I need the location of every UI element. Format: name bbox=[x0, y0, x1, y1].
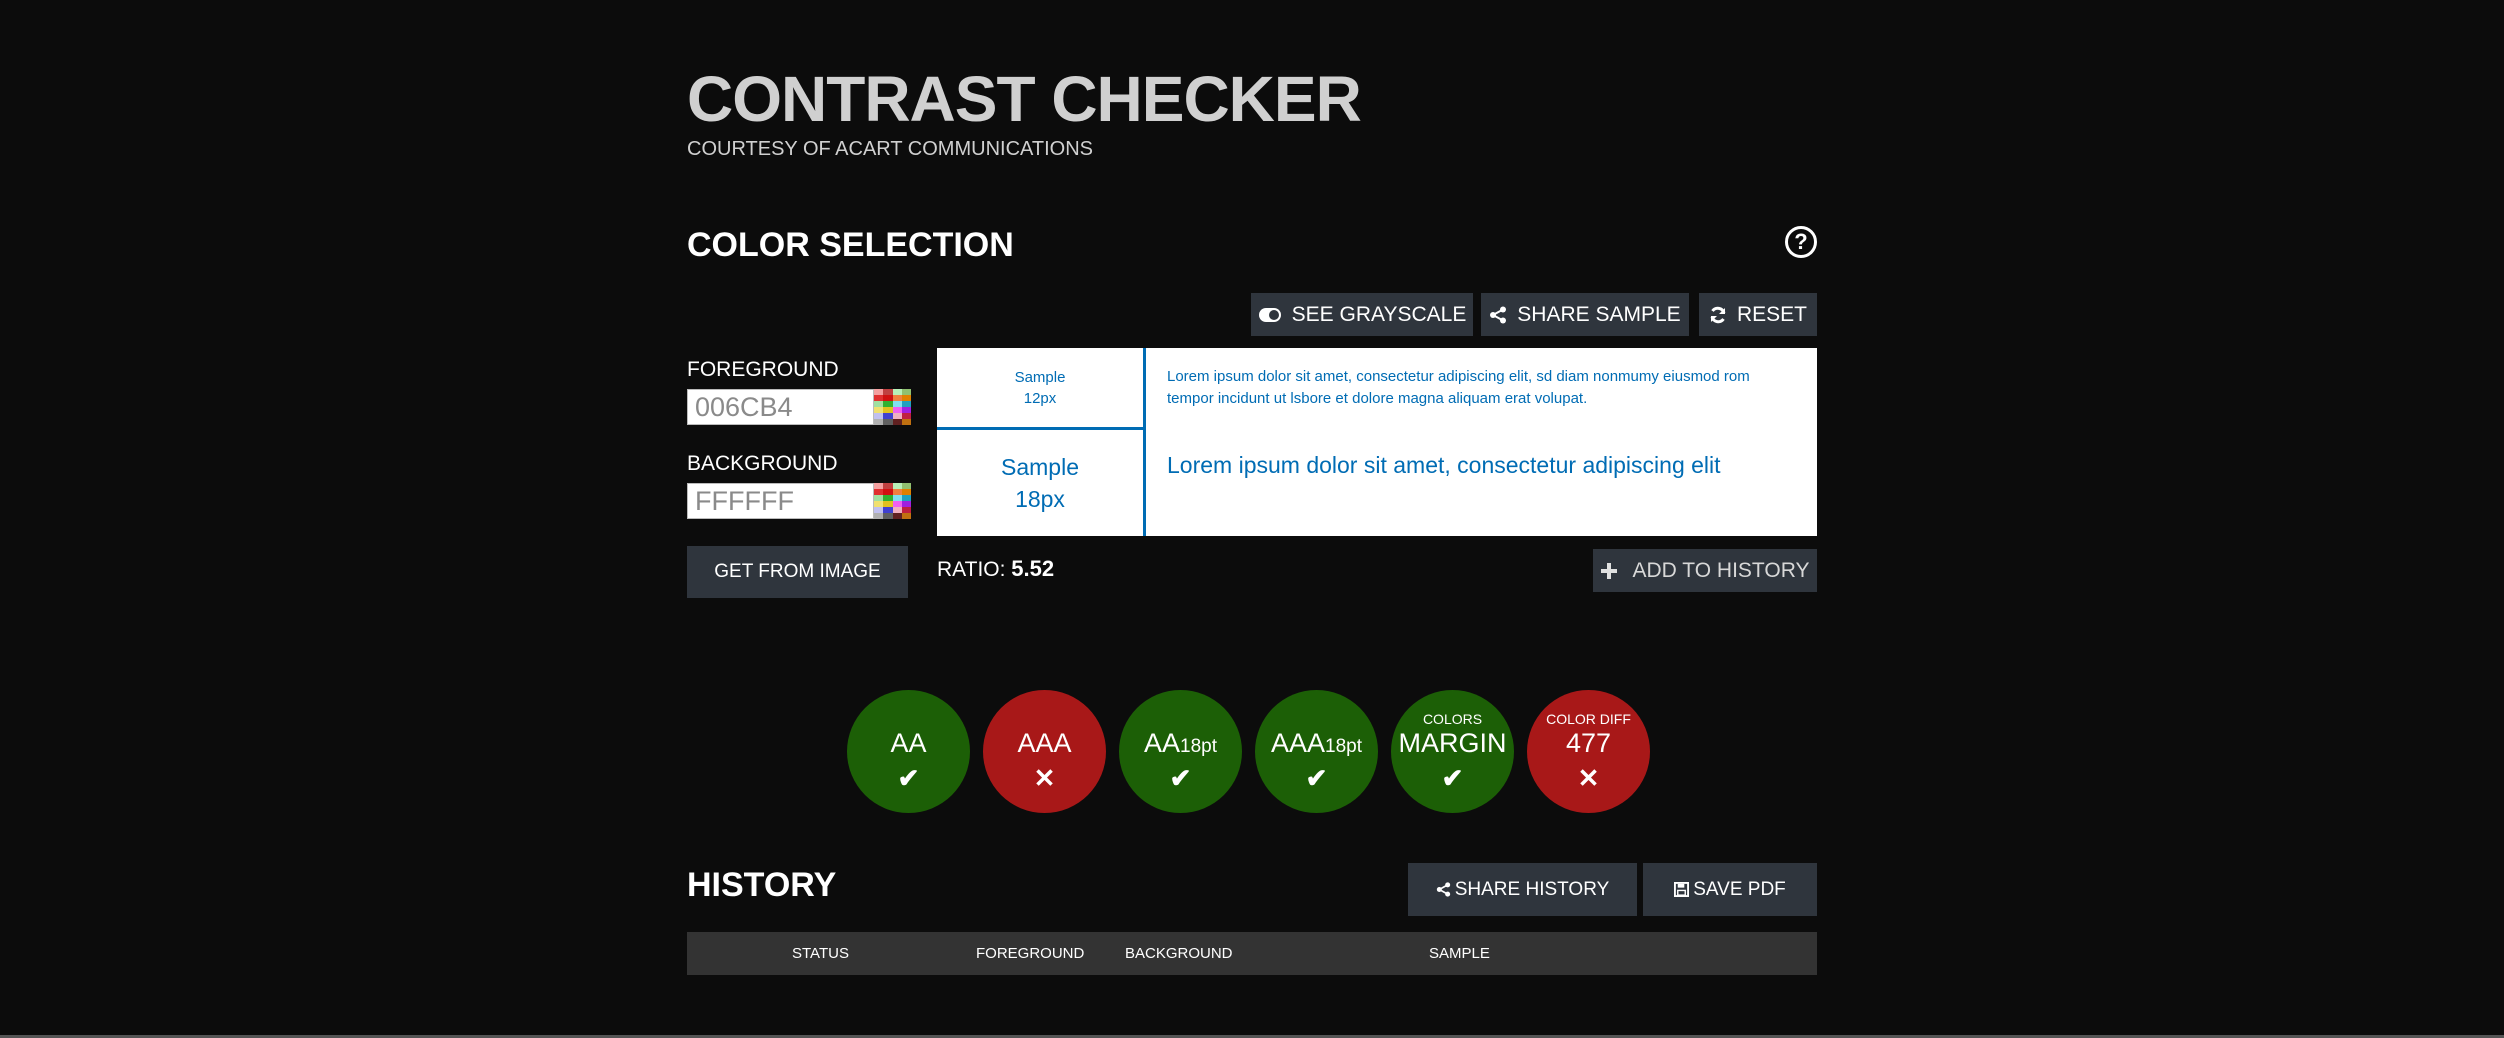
question-circle-icon[interactable]: ? bbox=[1785, 226, 1817, 258]
get-from-image-button[interactable]: GET FROM IMAGE bbox=[687, 546, 908, 598]
color-selection-heading: COLOR SELECTION bbox=[687, 226, 1014, 264]
background-hex-input[interactable] bbox=[687, 483, 874, 519]
sample-12px-label: Sample 12px bbox=[937, 348, 1146, 430]
see-grayscale-button[interactable]: SEE GRAYSCALE bbox=[1251, 293, 1473, 336]
share-sample-button[interactable]: SHARE SAMPLE bbox=[1481, 293, 1689, 336]
refresh-icon bbox=[1709, 306, 1727, 324]
page-subtitle: COURTESY OF ACART COMMUNICATIONS bbox=[687, 138, 1093, 160]
checkmark-icon: ✔ bbox=[1305, 762, 1328, 793]
floppy-disk-icon bbox=[1674, 882, 1690, 897]
toggle-icon bbox=[1258, 307, 1282, 323]
column-header-foreground[interactable]: FOREGROUND bbox=[976, 945, 1084, 962]
history-heading: HISTORY bbox=[687, 866, 837, 904]
result-badge-color-diff: COLOR DIFF 477 ✕ bbox=[1527, 690, 1650, 813]
results-badges: AA ✔ AAA ✕ AA18pt ✔ AAA18pt ✔ COLORS MARGIN ✔ … bbox=[847, 690, 1650, 813]
plus-icon bbox=[1600, 562, 1617, 579]
sample-text-small: Lorem ipsum dolor sit amet, consectetur … bbox=[1167, 368, 1750, 407]
checkmark-icon: ✔ bbox=[897, 762, 920, 793]
column-header-background[interactable]: BACKGROUND bbox=[1125, 945, 1233, 962]
share-icon bbox=[1436, 882, 1451, 897]
result-badge-aaa-18pt: AAA18pt ✔ bbox=[1255, 690, 1378, 813]
share-icon bbox=[1489, 306, 1507, 324]
color-palette-icon[interactable] bbox=[874, 483, 911, 519]
page-title: CONTRAST CHECKER bbox=[687, 63, 1362, 135]
column-header-sample[interactable]: SAMPLE bbox=[1429, 945, 1490, 962]
sample-text-large: Lorem ipsum dolor sit amet, consectetur … bbox=[1167, 452, 1721, 478]
add-to-history-button[interactable]: ADD TO HISTORY bbox=[1593, 549, 1817, 592]
share-history-button[interactable]: SHARE HISTORY bbox=[1408, 863, 1637, 916]
x-icon: ✕ bbox=[1033, 762, 1056, 793]
result-badge-colors-margin: COLORS MARGIN ✔ bbox=[1391, 690, 1514, 813]
x-icon: ✕ bbox=[1577, 762, 1600, 793]
background-label: BACKGROUND bbox=[687, 452, 838, 475]
reset-button[interactable]: RESET bbox=[1699, 293, 1817, 336]
color-palette-icon[interactable] bbox=[874, 389, 911, 425]
checkmark-icon: ✔ bbox=[1441, 762, 1464, 793]
foreground-hex-input[interactable] bbox=[687, 389, 874, 425]
result-badge-aa: AA ✔ bbox=[847, 690, 970, 813]
history-table-header: STATUS FOREGROUND BACKGROUND SAMPLE bbox=[687, 932, 1817, 975]
contrast-ratio: RATIO: 5.52 bbox=[937, 556, 1055, 581]
result-badge-aa-18pt: AA18pt ✔ bbox=[1119, 690, 1242, 813]
save-pdf-button[interactable]: SAVE PDF bbox=[1643, 863, 1817, 916]
sample-preview: Sample 12px Sample 18px Lorem ipsum dolo… bbox=[937, 348, 1817, 536]
column-header-status[interactable]: STATUS bbox=[792, 945, 849, 962]
checkmark-icon: ✔ bbox=[1169, 762, 1192, 793]
result-badge-aaa: AAA ✕ bbox=[983, 690, 1106, 813]
sample-18px-label: Sample 18px bbox=[937, 430, 1146, 536]
foreground-label: FOREGROUND bbox=[687, 358, 839, 381]
contrast-ratio-value: 5.52 bbox=[1011, 556, 1055, 581]
